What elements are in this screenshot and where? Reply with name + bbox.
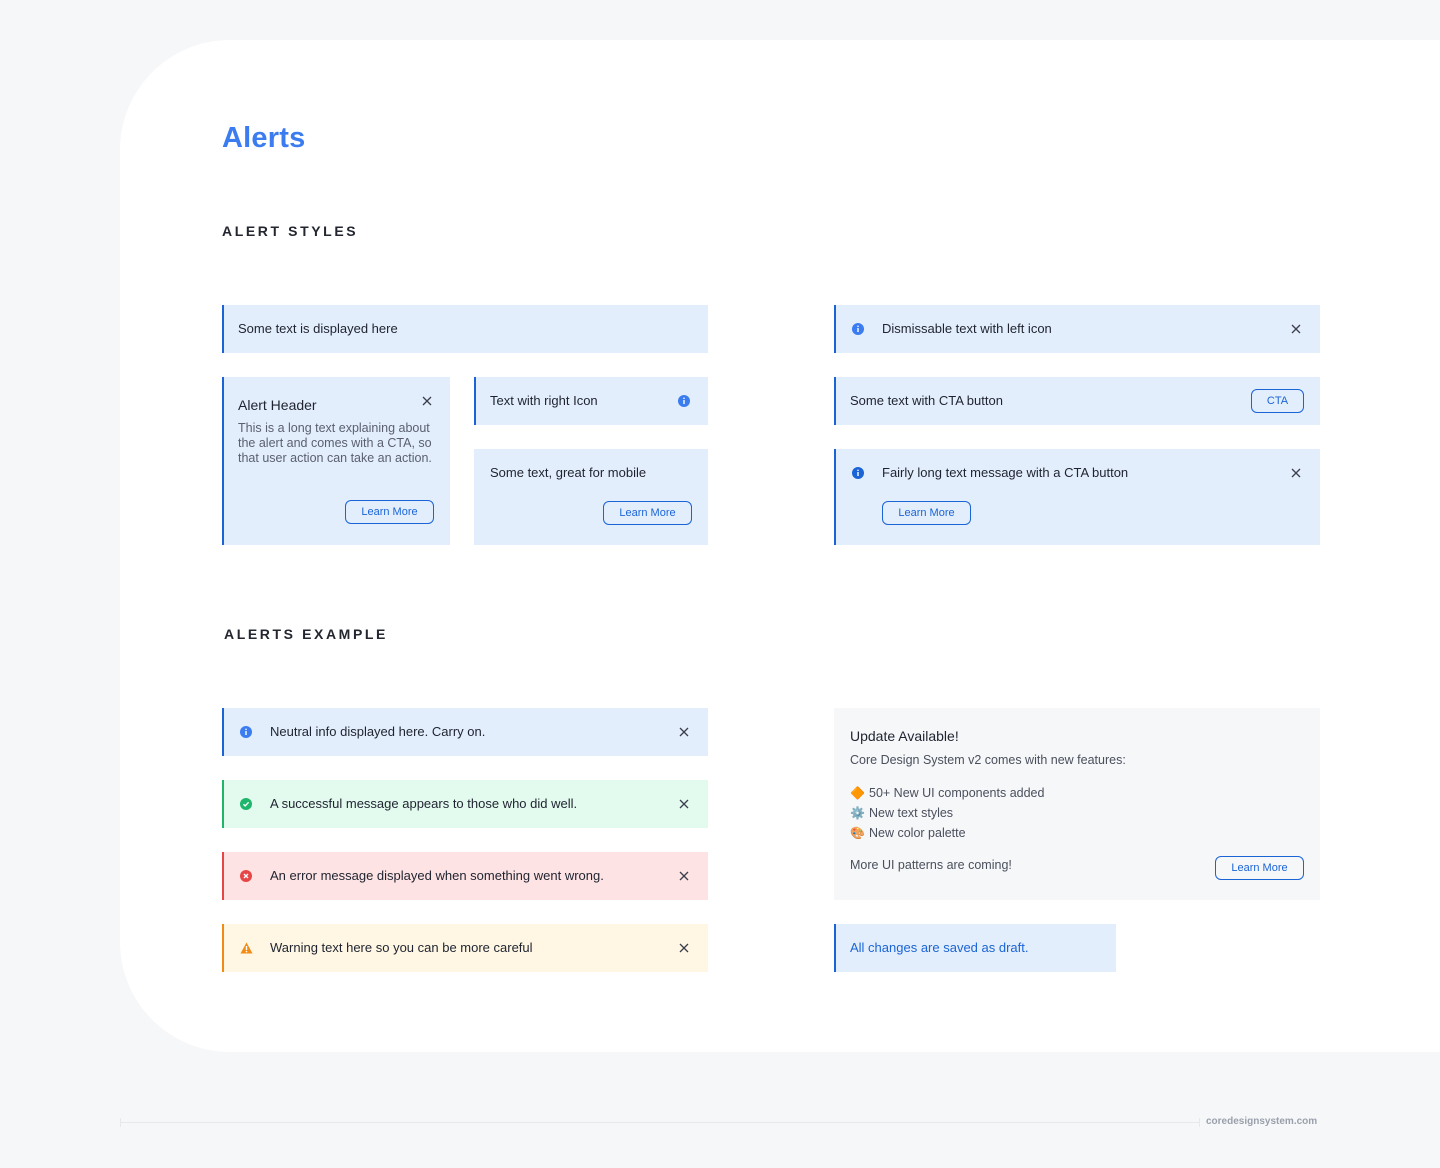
error-circle-icon [240,870,252,882]
alert-success: A successful message appears to those wh… [222,780,708,828]
check-circle-icon [240,798,252,810]
close-icon[interactable] [1289,466,1303,480]
content-card [120,40,1440,1052]
cta-button[interactable]: CTA [1251,389,1304,413]
info-icon [678,395,690,407]
alert-text: A successful message appears to those wh… [270,796,578,811]
footer-domain-link[interactable]: coredesignsystem.com [1206,1116,1317,1127]
alert-error: An error message displayed when somethin… [222,852,708,900]
info-icon [852,467,864,479]
close-icon[interactable] [420,394,434,408]
feature-item: New color palette [869,826,966,840]
alert-text: An error message displayed when somethin… [270,868,604,883]
close-icon[interactable] [677,725,691,739]
update-subtitle: Core Design System v2 comes with new fea… [850,753,1126,767]
alert-right-icon: Text with right Icon [474,377,708,425]
alert-header-title: Alert Header [238,397,317,413]
learn-more-button[interactable]: Learn More [1215,856,1304,880]
alert-long-cta: Fairly long text message with a CTA butt… [834,449,1320,545]
alert-text: Dismissable text with left icon [882,321,1052,336]
close-icon[interactable] [677,869,691,883]
alert-info: Neutral info displayed here. Carry on. [222,708,708,756]
info-icon [240,726,252,738]
alert-body-text: This is a long text explaining about the… [238,421,432,465]
alert-warning: Warning text here so you can be more car… [222,924,708,972]
update-title: Update Available! [850,728,959,744]
alert-simple: Some text is displayed here [222,305,708,353]
feature-item: 50+ New UI components added [869,786,1045,800]
footer-tick-left [120,1118,121,1127]
alert-text: Some text, great for mobile [490,465,647,480]
alert-draft: All changes are saved as draft. [834,924,1116,972]
page-title: Alerts [222,122,306,154]
warning-triangle-icon [240,942,253,954]
alert-text: Some text is displayed here [238,321,398,336]
close-icon[interactable] [677,797,691,811]
update-footer-text: More UI patterns are coming! [850,858,1012,872]
alert-text: Some text with CTA button [850,393,1003,408]
learn-more-button[interactable]: Learn More [882,501,971,525]
alert-mobile: Some text, great for mobile Learn More [474,449,708,545]
close-icon[interactable] [1289,322,1303,336]
learn-more-button[interactable]: Learn More [345,500,434,524]
alert-cta: Some text with CTA button CTA [834,377,1320,425]
alert-dismissable: Dismissable text with left icon [834,305,1320,353]
feature-item: New text styles [869,806,954,820]
section-title-alert-styles: ALERT STYLES [222,223,359,239]
alert-text: Warning text here so you can be more car… [270,940,533,955]
diamond-emoji-icon: 🔶 [850,786,865,800]
palette-emoji-icon: 🎨 [850,826,865,840]
footer-divider [120,1122,1200,1123]
info-icon [852,323,864,335]
footer-tick-right [1199,1118,1200,1127]
alert-text: All changes are saved as draft. [850,940,1029,955]
update-available-panel: Update Available! Core Design System v2 … [834,708,1320,900]
alert-text: Neutral info displayed here. Carry on. [270,724,486,739]
alert-text: Fairly long text message with a CTA butt… [882,465,1129,480]
alert-text: Text with right Icon [490,393,598,408]
section-title-alerts-example: ALERTS EXAMPLE [224,626,388,642]
close-icon[interactable] [677,941,691,955]
alert-with-header: Alert Header This is a long text explain… [222,377,450,545]
learn-more-button[interactable]: Learn More [603,501,692,525]
gear-emoji-icon: ⚙️ [850,806,865,820]
